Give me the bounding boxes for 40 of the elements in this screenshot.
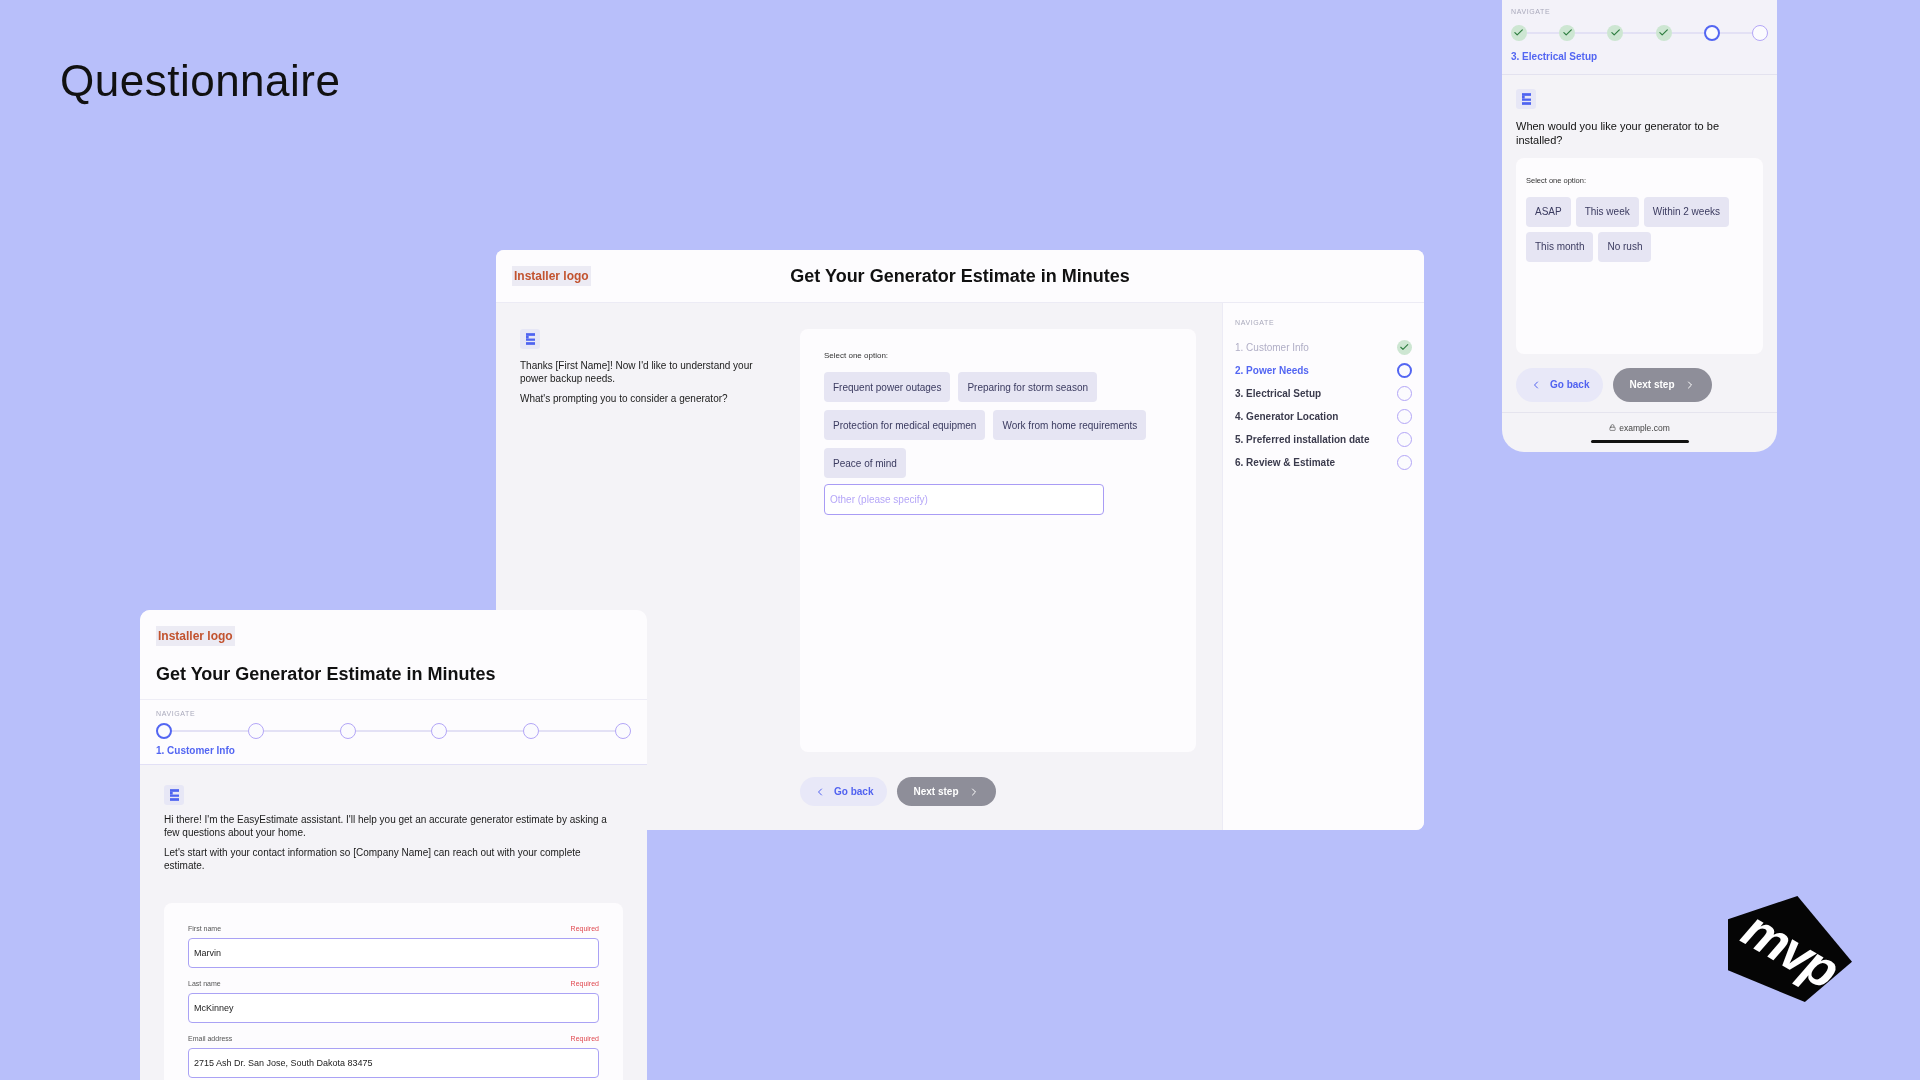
installer-logo: Installer logo: [512, 266, 591, 286]
option-chip[interactable]: No rush: [1598, 231, 1652, 262]
option-chip[interactable]: Within 2 weeks: [1643, 196, 1729, 227]
step-link[interactable]: 6. Review & Estimate: [1235, 457, 1336, 468]
assistant-icon: [1516, 89, 1536, 109]
url-text: example.com: [1619, 422, 1670, 433]
step-link[interactable]: 2. Power Needs: [1235, 365, 1309, 376]
installer-logo: Installer logo: [156, 626, 235, 646]
lock-icon: [1609, 424, 1617, 431]
option-chip[interactable]: This month: [1526, 231, 1594, 262]
assistant-icon: [164, 785, 184, 805]
other-input-field[interactable]: Other (please specify): [824, 484, 1104, 515]
step-link[interactable]: 4. Generator Location: [1235, 411, 1339, 422]
prompt-text: Select one option:: [824, 351, 890, 360]
go-back-button[interactable]: Go back: [1516, 367, 1604, 402]
window-title: Get Your Generator Estimate in Minutes: [140, 646, 647, 700]
assistant-message: What's prompting you to consider a generator?: [520, 392, 729, 405]
option-chip[interactable]: ASAP: [1526, 196, 1571, 227]
assistant-icon: [520, 329, 540, 349]
step-label: 3. Electrical Setup: [1511, 51, 1599, 62]
text-input-field[interactable]: 2715 Ash Dr. San Jose, South Dakota 83475: [188, 1048, 599, 1078]
option-chip[interactable]: Frequent power outages: [824, 372, 951, 402]
step-link[interactable]: 3. Electrical Setup: [1235, 388, 1322, 399]
option-chip[interactable]: Protection for medical equipmen: [824, 410, 986, 440]
option-chip[interactable]: Peace of mind: [824, 448, 906, 478]
text-input-field[interactable]: Marvin: [188, 938, 599, 968]
text-input-field[interactable]: McKinney: [188, 993, 599, 1023]
option-chip[interactable]: Preparing for storm season: [958, 372, 1098, 402]
page-title: Questionnaire: [60, 56, 341, 106]
assistant-message: When would you like your generator to be installed?: [1516, 119, 1720, 148]
assistant-message: Hi there! I'm the EasyEstimate assistant. I'll help you get an accurate generator estimate by asking a few questions about your home.: [164, 813, 608, 839]
step-label: 1. Customer Info: [156, 745, 236, 756]
assistant-message: Thanks [First Name]! Now I'd like to understand your power backup needs.: [520, 359, 754, 385]
brand-logo-text: mvp: [1732, 898, 1848, 1000]
option-chip[interactable]: This week: [1575, 196, 1639, 227]
window-title: Get Your Generator Estimate in Minutes: [790, 265, 1130, 287]
step-link[interactable]: 5. Preferred installation date: [1235, 434, 1370, 445]
assistant-message: Let's start with your contact information so [Company Name] can reach out with your complete estimate.: [164, 846, 582, 872]
option-chip[interactable]: Work from home requirements: [993, 410, 1147, 440]
go-back-button[interactable]: Go back: [800, 777, 888, 806]
